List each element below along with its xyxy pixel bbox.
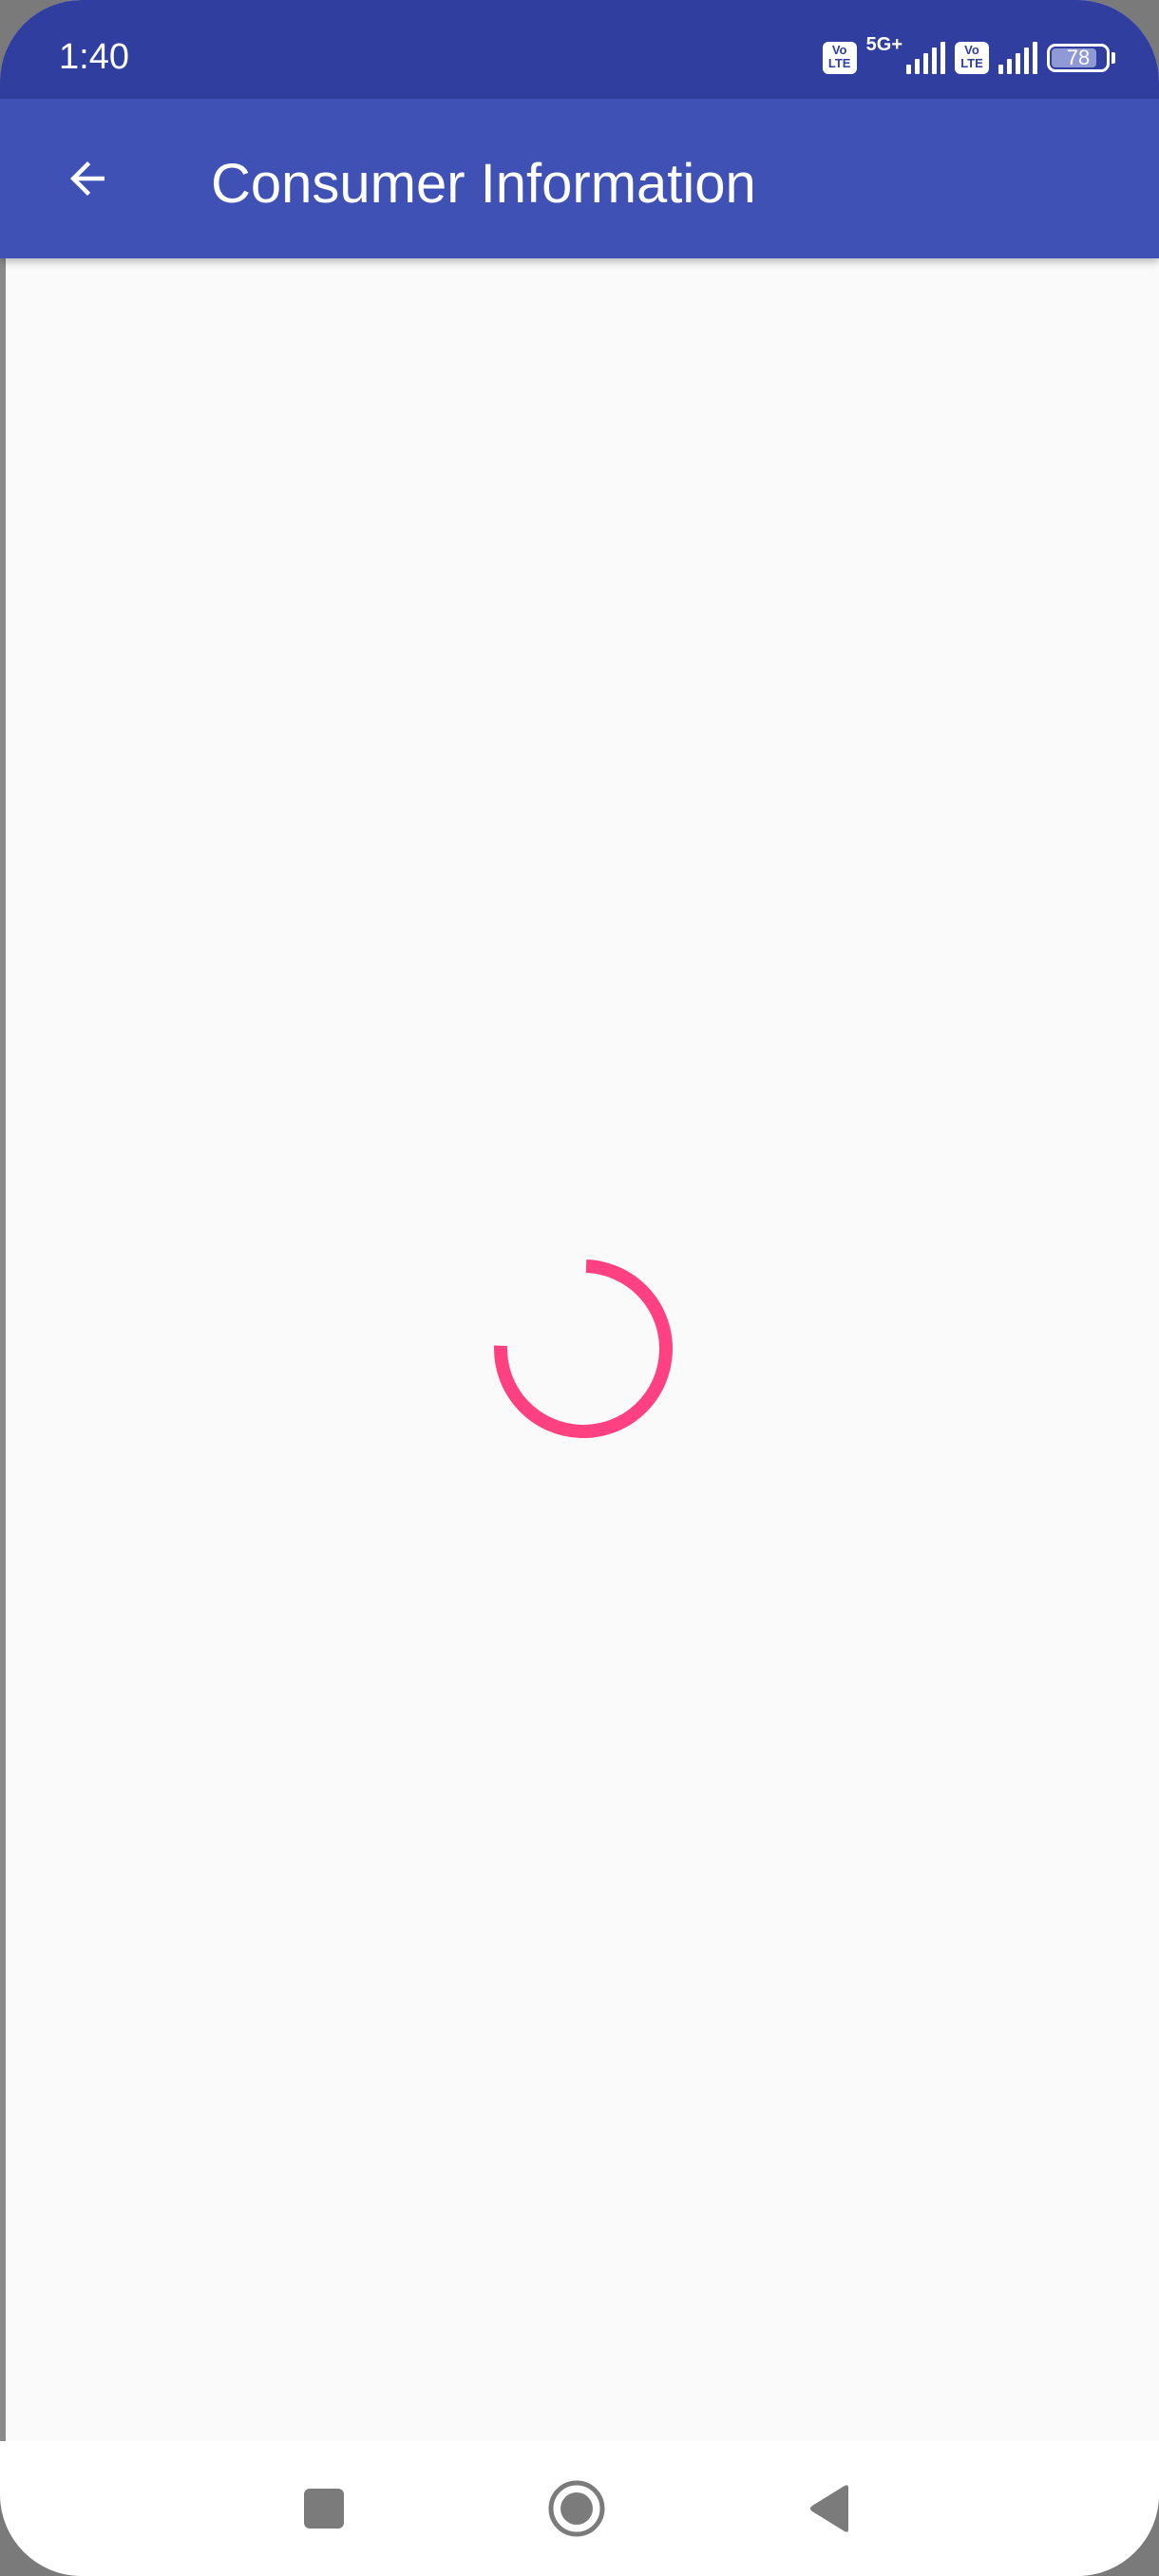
square-icon (304, 2489, 344, 2529)
page-title: Consumer Information (211, 153, 756, 215)
back-button[interactable] (46, 137, 129, 220)
background-edge (0, 0, 6, 2576)
circle-icon (548, 2480, 605, 2537)
network-type-label: 5G+ (865, 34, 902, 55)
battery-level: 78 (1066, 46, 1091, 69)
triangle-back-icon (810, 2485, 848, 2532)
app-bar: Consumer Information (0, 99, 1159, 258)
battery-icon: 78 (1047, 44, 1115, 72)
system-navigation-bar (0, 2441, 1159, 2576)
recents-button[interactable] (281, 2466, 367, 2551)
app-screen: 1:40 Vo LTE 5G+ Vo LTE 78 Consumer Infor… (0, 0, 1159, 2576)
status-bar: 1:40 Vo LTE 5G+ Vo LTE 78 (0, 0, 1159, 99)
volte-icon-sim2: Vo LTE (955, 42, 989, 74)
nav-back-button[interactable] (787, 2466, 872, 2551)
loading-spinner (494, 1260, 673, 1438)
arrow-left-icon (70, 161, 104, 196)
signal-strength-icon (906, 42, 945, 74)
status-time: 1:40 (59, 37, 129, 77)
signal-strength-icon-sim2 (998, 42, 1037, 74)
home-button[interactable] (534, 2466, 619, 2551)
status-icons: Vo LTE 5G+ Vo LTE 78 (822, 34, 1115, 82)
volte-icon: Vo LTE (822, 42, 857, 74)
